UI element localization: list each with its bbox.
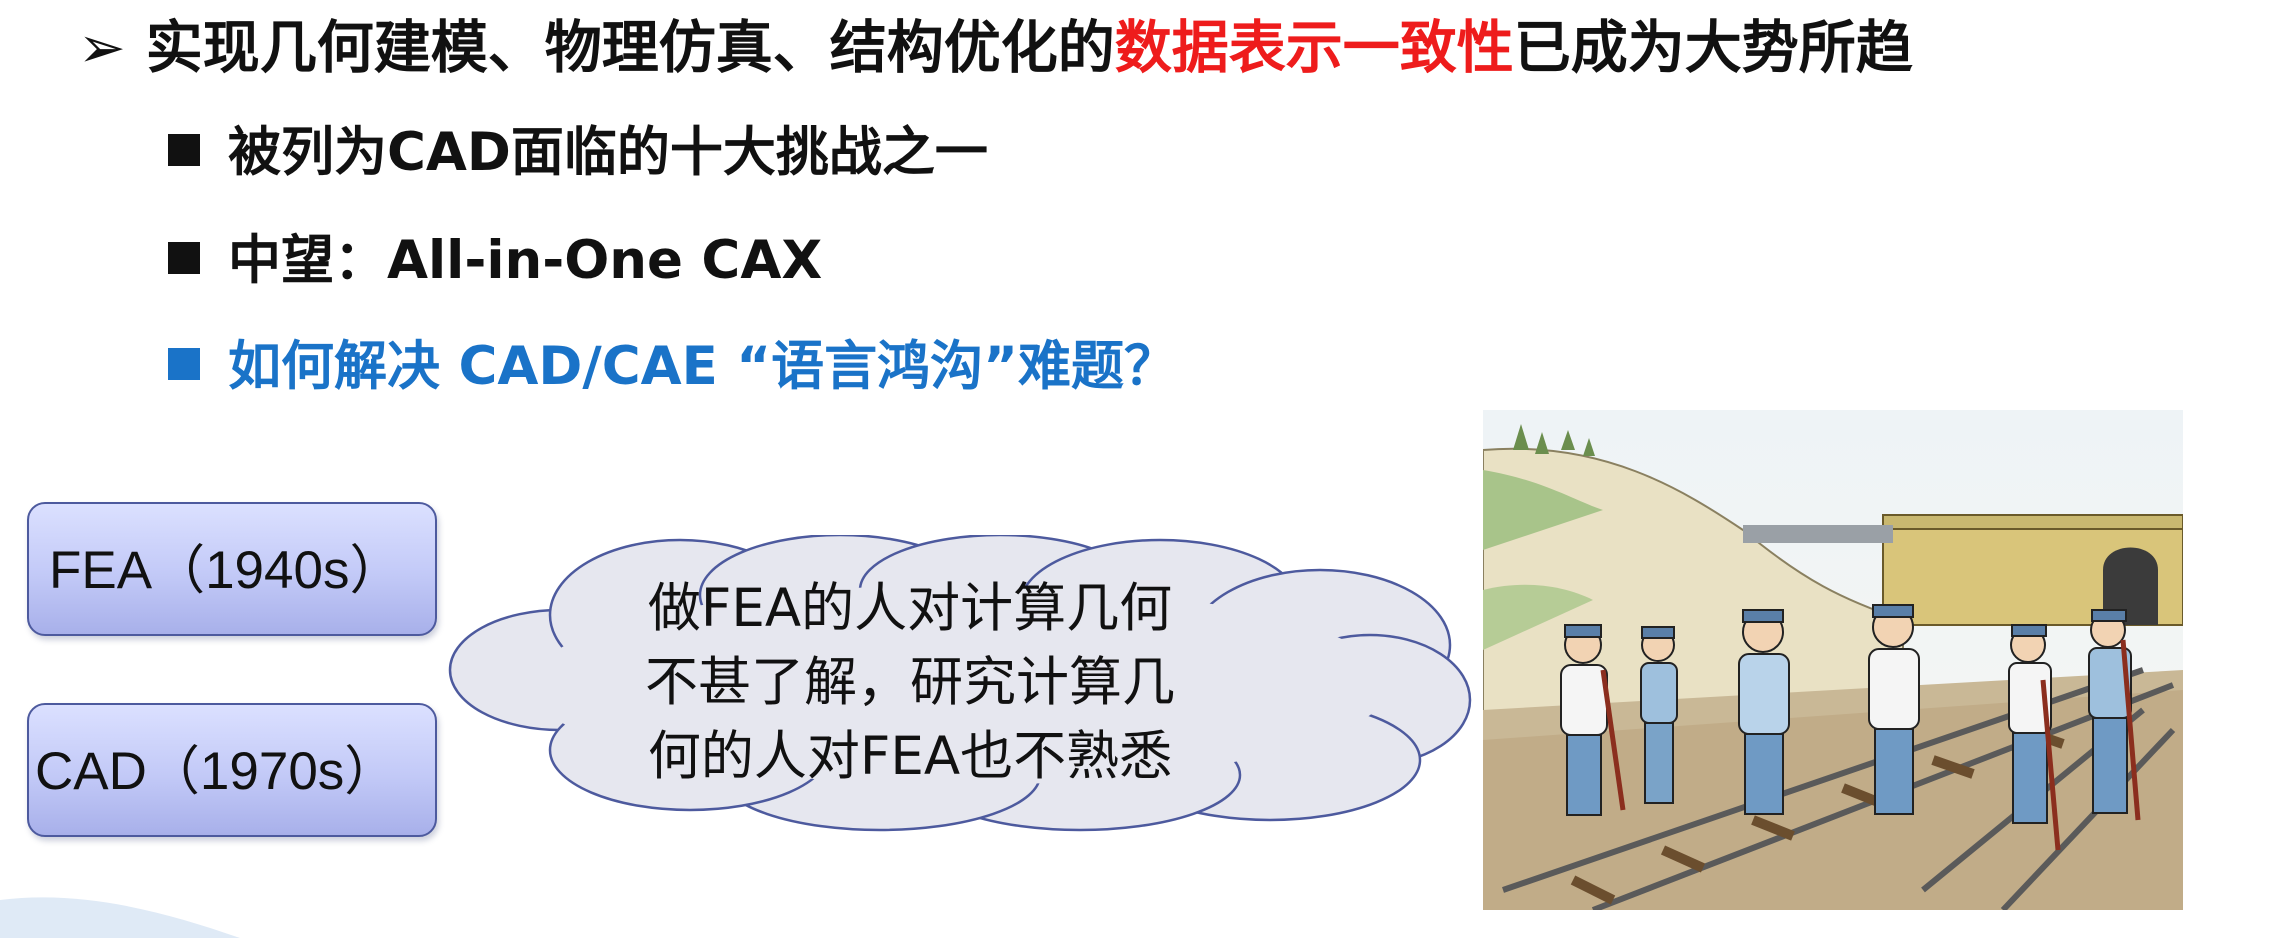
sub-bullet-challenge: 被列为CAD面临的十大挑战之一 — [168, 110, 988, 186]
arrowhead-bullet-icon: ➢ — [78, 15, 126, 81]
square-bullet-icon — [168, 348, 200, 380]
square-bullet-icon — [168, 134, 200, 166]
main-bullet-highlight: 数据表示一致性 — [1114, 15, 1514, 81]
sub-bullet-text: 如何解决 CAD/CAE “语言鸿沟”难题？ — [228, 336, 1177, 397]
sub-bullet-text: 中望：All-in-One CAX — [228, 230, 823, 291]
cloud-text: 做FEA的人对计算几何 不甚了解，研究计算几 何的人对FEA也不熟悉 — [560, 572, 1260, 794]
background-swoosh — [0, 897, 240, 938]
fea-era-box: FEA（1940s） — [27, 502, 437, 636]
cloud-line: 做FEA的人对计算几何 — [647, 578, 1173, 639]
sub-bullet-question: 如何解决 CAD/CAE “语言鸿沟”难题？ — [168, 324, 1177, 400]
main-bullet-suffix: 已成为大势所趋 — [1513, 15, 1913, 81]
sub-bullet-zwsoft: 中望：All-in-One CAX — [168, 218, 822, 294]
main-bullet-prefix: 实现几何建模、物理仿真、结构优化的 — [145, 15, 1115, 81]
cad-era-box: CAD（1970s） — [27, 703, 437, 837]
sub-bullet-text: 被列为CAD面临的十大挑战之一 — [228, 122, 988, 183]
railway-workers-cartoon — [1483, 410, 2183, 910]
square-bullet-icon — [168, 242, 200, 274]
main-bullet: ➢ 实现几何建模、物理仿真、结构优化的数据表示一致性已成为大势所趋 — [78, 2, 1913, 84]
cloud-line: 不甚了解，研究计算几 — [645, 652, 1175, 713]
cloud-line: 何的人对FEA也不熟悉 — [647, 726, 1173, 787]
